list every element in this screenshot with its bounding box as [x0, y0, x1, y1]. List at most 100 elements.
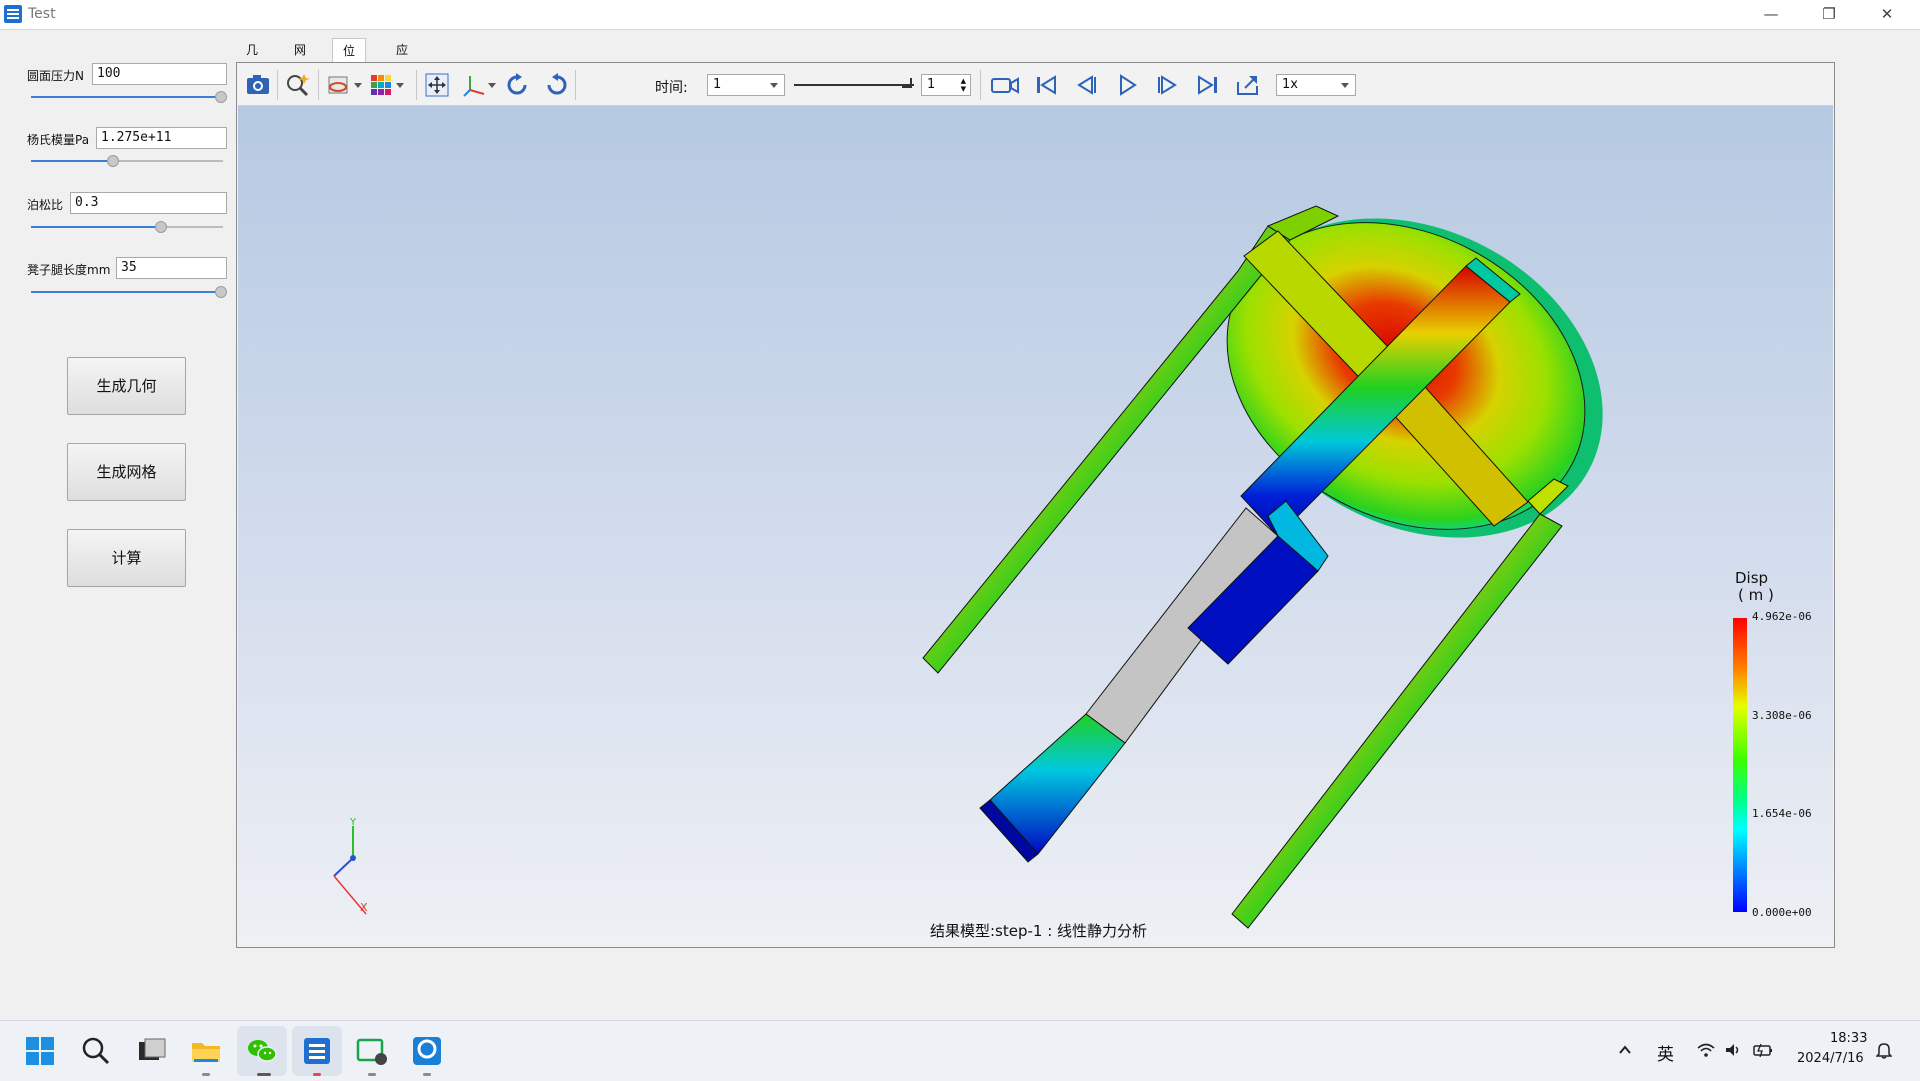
- chevron-up-icon[interactable]: [1617, 1042, 1633, 1058]
- notification-bell-icon[interactable]: [1876, 1041, 1892, 1059]
- chevron-down-icon: [1341, 83, 1349, 88]
- result-model-status: 结果模型:step-1 : 线性静力分析: [930, 922, 1148, 940]
- poisson-ratio-label: 泊松比: [27, 198, 64, 212]
- volume-icon[interactable]: [1724, 1042, 1742, 1058]
- tab-stress[interactable]: 应力1: [386, 38, 418, 105]
- rotate-clockwise-icon[interactable]: [504, 72, 530, 98]
- 3d-result-canvas[interactable]: Y X Disp ( m ) 4.962e-06 3.308e-06 1.654…: [238, 106, 1833, 947]
- compute-button[interactable]: 计算: [67, 529, 186, 587]
- speed-select-value: 1x: [1282, 77, 1298, 92]
- ime-indicator[interactable]: 英: [1657, 1040, 1674, 1065]
- task-view-icon[interactable]: [135, 1034, 169, 1068]
- next-frame-icon[interactable]: [1154, 72, 1180, 98]
- legend-tick-max: 4.962e-06: [1752, 610, 1812, 623]
- toolbar-separator: [318, 70, 319, 100]
- youngs-modulus-slider-rest: [113, 160, 223, 162]
- previous-frame-icon[interactable]: [1074, 72, 1100, 98]
- window-title: Test: [28, 6, 56, 22]
- leg-length-slider-handle[interactable]: [215, 286, 227, 298]
- taskbar: 英 18:33 2024/7/16: [0, 1020, 1920, 1081]
- fit-all-icon[interactable]: [424, 72, 450, 98]
- app-logo-icon: [4, 5, 22, 23]
- play-icon[interactable]: [1114, 72, 1140, 98]
- legend-title: Disp: [1735, 569, 1769, 587]
- displacement-model: [333, 205, 1603, 929]
- axis-origin: [350, 855, 356, 861]
- chevron-down-icon[interactable]: [352, 72, 364, 98]
- running-indicator: [313, 1073, 321, 1076]
- tab-displacement[interactable]: 位移1: [332, 38, 367, 106]
- search-icon[interactable]: [79, 1034, 113, 1068]
- start-icon[interactable]: [23, 1034, 57, 1068]
- generate-mesh-button[interactable]: 生成网格: [67, 443, 186, 501]
- clock-date[interactable]: 2024/7/16: [1797, 1051, 1864, 1066]
- legend-tick-mid-high: 3.308e-06: [1752, 709, 1812, 722]
- time-select-value: 1: [713, 77, 722, 92]
- pressure-slider-handle[interactable]: [215, 91, 227, 103]
- tab-geometry[interactable]: 几何: [236, 38, 268, 81]
- terminal-icon[interactable]: [355, 1034, 389, 1068]
- wechat-icon[interactable]: [245, 1034, 279, 1068]
- spin-down-icon[interactable]: ▼: [961, 86, 966, 93]
- running-indicator: [257, 1073, 271, 1076]
- battery-icon[interactable]: [1752, 1042, 1774, 1058]
- tab-mesh[interactable]: 网格: [284, 38, 316, 81]
- leg-length-label: 凳子腿长度mm: [27, 263, 111, 277]
- poisson-ratio-slider-handle[interactable]: [155, 221, 167, 233]
- legend-unit: ( m ): [1738, 586, 1774, 604]
- pressure-input[interactable]: 100: [92, 63, 227, 85]
- time-label: 时间:: [655, 80, 688, 96]
- file-explorer-icon[interactable]: [189, 1034, 223, 1068]
- last-frame-icon[interactable]: [1195, 72, 1221, 98]
- close-button[interactable]: ✕: [1858, 0, 1916, 29]
- spin-up-icon[interactable]: ▲: [961, 78, 966, 85]
- running-indicator: [368, 1073, 376, 1076]
- minimize-button[interactable]: —: [1742, 0, 1800, 29]
- time-select[interactable]: 1: [707, 74, 785, 96]
- screenshot-camera-icon[interactable]: [245, 72, 271, 98]
- frame-spinbox[interactable]: 1 ▲ ▼: [921, 74, 971, 96]
- time-slider-handle[interactable]: [902, 78, 912, 88]
- test-app-icon[interactable]: [300, 1034, 334, 1068]
- pressure-slider[interactable]: [31, 96, 220, 98]
- app-icon[interactable]: [410, 1034, 444, 1068]
- youngs-modulus-slider[interactable]: [31, 160, 113, 162]
- poisson-ratio-slider-rest: [161, 226, 223, 228]
- record-video-icon[interactable]: [990, 72, 1020, 98]
- legend-tick-mid-low: 1.654e-06: [1752, 807, 1812, 820]
- result-viewer: 时间: 1 1 ▲ ▼ 1x Y X Disp (m) 4.962e-06 …: [236, 62, 1835, 948]
- axes-orientation-icon[interactable]: [462, 72, 488, 98]
- legend-tick-min: 0.000e+00: [1752, 906, 1812, 919]
- youngs-modulus-slider-handle[interactable]: [107, 155, 119, 167]
- viewer-toolbar: 时间: 1 1 ▲ ▼ 1x: [238, 64, 1833, 106]
- youngs-modulus-label: 杨氏模量Pa: [27, 133, 90, 147]
- leg-length-slider[interactable]: [31, 291, 220, 293]
- poisson-ratio-input[interactable]: 0.3: [70, 192, 227, 214]
- restore-button[interactable]: ❐: [1800, 0, 1858, 29]
- time-slider[interactable]: [794, 84, 914, 86]
- chevron-down-icon[interactable]: [486, 72, 498, 98]
- chevron-down-icon: [770, 83, 778, 88]
- toolbar-separator: [980, 70, 981, 100]
- leg-length-input[interactable]: 35: [116, 257, 227, 279]
- rotate-counterclockwise-icon[interactable]: [544, 72, 570, 98]
- pressure-label: 圆面压力N: [27, 69, 84, 83]
- axis-y-label: Y: [350, 817, 357, 828]
- color-map-icon[interactable]: [368, 72, 394, 98]
- generate-geometry-button[interactable]: 生成几何: [67, 357, 186, 415]
- toolbar-separator: [416, 70, 417, 100]
- toolbar-separator: [277, 70, 278, 100]
- chevron-down-icon[interactable]: [394, 72, 406, 98]
- speed-select[interactable]: 1x: [1276, 74, 1356, 96]
- poisson-ratio-slider[interactable]: [31, 226, 161, 228]
- clock-time[interactable]: 18:33: [1830, 1031, 1867, 1046]
- title-bar: Test — ❐ ✕: [0, 0, 1920, 30]
- youngs-modulus-input[interactable]: 1.275e+11: [96, 127, 227, 149]
- running-indicator: [202, 1073, 210, 1076]
- zoom-fit-icon[interactable]: [285, 72, 311, 98]
- export-icon[interactable]: [1235, 72, 1261, 98]
- wifi-icon[interactable]: [1697, 1042, 1715, 1058]
- running-indicator: [423, 1073, 431, 1076]
- first-frame-icon[interactable]: [1033, 72, 1059, 98]
- render-mode-icon[interactable]: [326, 72, 352, 98]
